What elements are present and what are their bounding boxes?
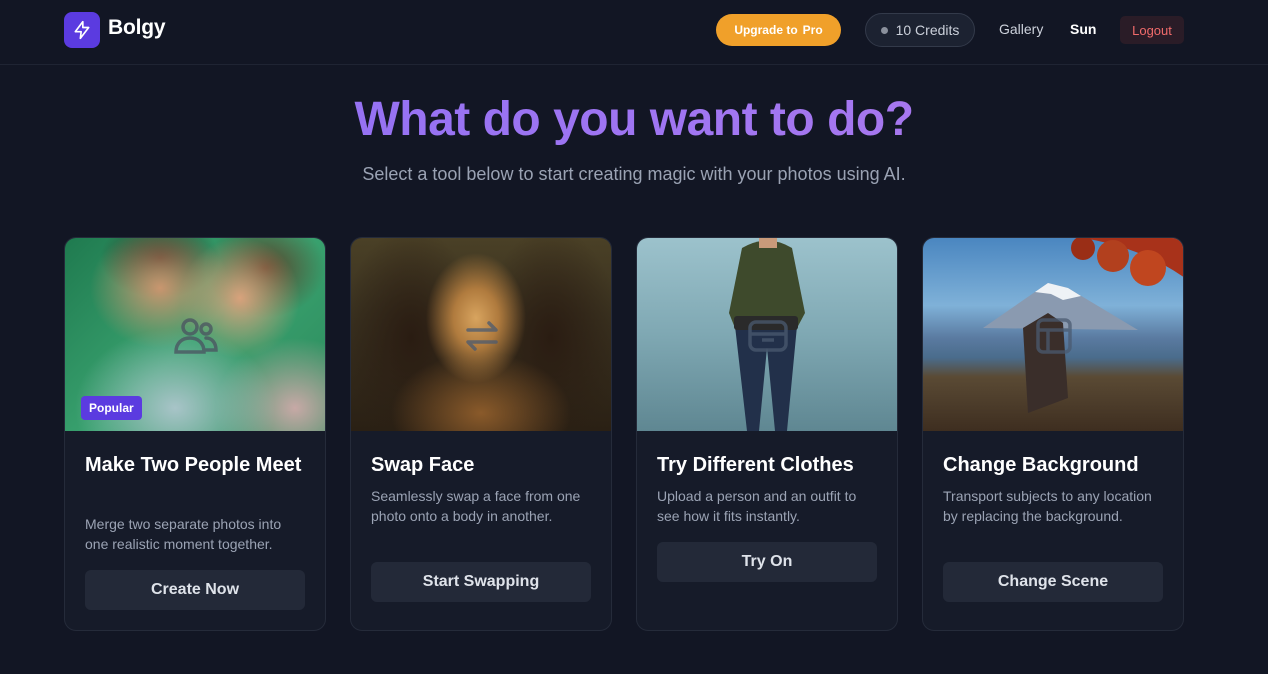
lightning-icon bbox=[74, 20, 90, 40]
upgrade-label: Upgrade to bbox=[734, 23, 798, 37]
card-description: Upload a person and an outfit to see how… bbox=[657, 488, 857, 524]
card-image-outfit bbox=[637, 238, 897, 431]
card-title: Change Background bbox=[943, 454, 1139, 476]
top-navbar: Bolgy Upgrade to Pro 10 Credits Gallery … bbox=[0, 0, 1268, 65]
page-title: What do you want to do? bbox=[0, 92, 1268, 147]
logout-button[interactable]: Logout bbox=[1120, 16, 1184, 44]
card-description: Merge two separate photos into one reali… bbox=[85, 516, 282, 552]
card-title: Try Different Clothes bbox=[657, 454, 854, 476]
frame-icon bbox=[1031, 313, 1077, 359]
tool-card-swap-face[interactable]: Swap Face Seamlessly swap a face from on… bbox=[350, 237, 612, 631]
upgrade-plan: Pro bbox=[802, 23, 823, 37]
status-dot-icon bbox=[880, 26, 888, 34]
page-subtitle: Select a tool below to start creating ma… bbox=[362, 164, 906, 184]
card-title: Swap Face bbox=[371, 454, 475, 476]
change-scene-button[interactable]: Change Scene bbox=[943, 562, 1163, 602]
credits-badge[interactable]: 10 Credits bbox=[865, 13, 975, 47]
card-description: Transport subjects to any location by re… bbox=[943, 488, 1152, 524]
card-description: Seamlessly swap a face from one photo on… bbox=[371, 488, 581, 524]
create-now-button[interactable]: Create Now bbox=[85, 570, 305, 610]
card-image-landscape bbox=[923, 238, 1183, 431]
nav-gallery-link[interactable]: Gallery bbox=[999, 21, 1043, 37]
card-title: Make Two People Meet bbox=[85, 454, 302, 476]
popular-badge: Popular bbox=[81, 396, 142, 420]
card-image-couple: Popular bbox=[65, 238, 325, 431]
user-name[interactable]: Sun bbox=[1070, 21, 1096, 37]
tool-card-make-two-people-meet[interactable]: Popular Make Two People Meet Merge two s… bbox=[64, 237, 326, 631]
swap-arrows-icon bbox=[459, 313, 505, 359]
upgrade-button[interactable]: Upgrade to Pro bbox=[716, 14, 841, 46]
start-swapping-button[interactable]: Start Swapping bbox=[371, 562, 591, 602]
users-icon bbox=[173, 313, 219, 359]
tool-card-try-different-clothes[interactable]: Try Different Clothes Upload a person an… bbox=[636, 237, 898, 631]
credits-count: 10 Credits bbox=[895, 22, 960, 38]
wardrobe-icon bbox=[745, 313, 791, 359]
tool-card-change-background[interactable]: Change Background Transport subjects to … bbox=[922, 237, 1184, 631]
try-on-button[interactable]: Try On bbox=[657, 542, 877, 582]
card-image-portrait bbox=[351, 238, 611, 431]
logo[interactable] bbox=[64, 12, 100, 48]
brand-name[interactable]: Bolgy bbox=[108, 16, 166, 40]
